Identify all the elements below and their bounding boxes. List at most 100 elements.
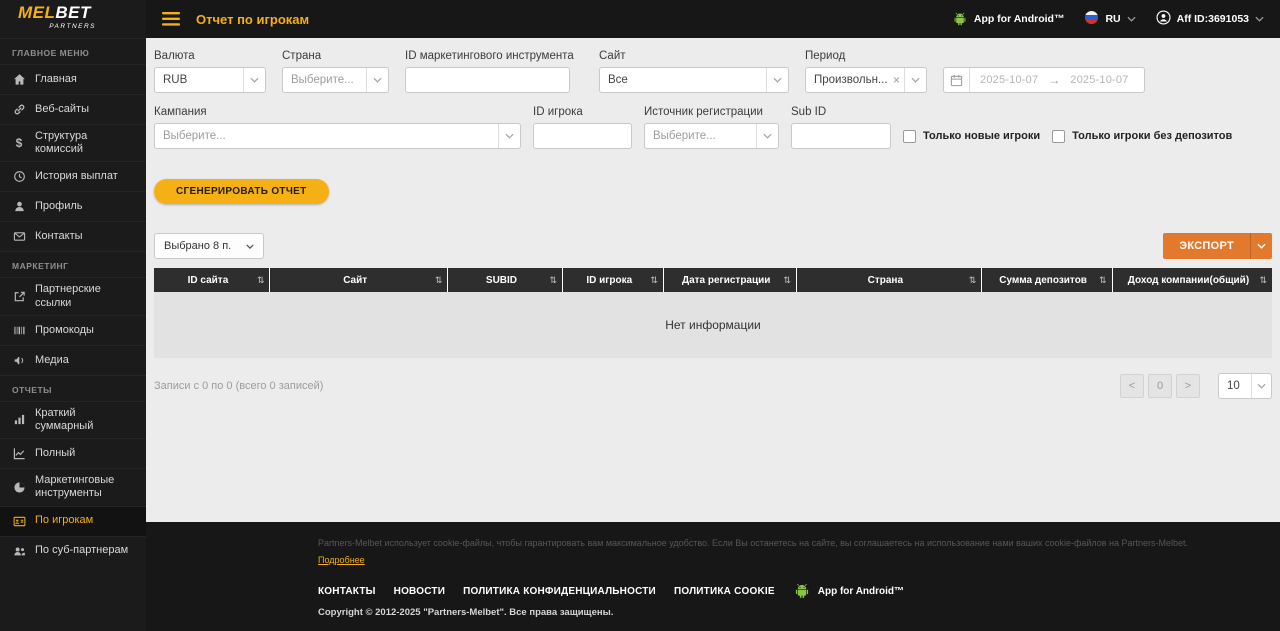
menu-icon[interactable]	[162, 12, 180, 26]
sidebar-item-marketing-tools[interactable]: Маркетинговые инструменты	[0, 468, 146, 505]
campaign-select[interactable]: Выберите...	[154, 123, 521, 149]
sidebar-item-by-players[interactable]: По игрокам	[0, 505, 146, 536]
sub-id-input[interactable]	[791, 123, 891, 149]
calendar-icon	[944, 68, 970, 92]
sidebar-item-payout-history[interactable]: История выплат	[0, 161, 146, 191]
marketing-tool-id-label: ID маркетингового инструмента	[405, 50, 574, 62]
sidebar-item-summary-report[interactable]: Краткий суммарный	[0, 400, 146, 438]
table-empty-state: Нет информации	[154, 292, 1272, 358]
generate-report-button[interactable]: СГЕНЕРИРОВАТЬ ОТЧЕТ	[154, 179, 329, 204]
sidebar-item-commission-structure[interactable]: $ Структура комиссий	[0, 124, 146, 161]
bar-chart-icon	[12, 413, 26, 426]
reg-source-label: Источник регистрации	[644, 106, 763, 118]
column-header-subid[interactable]: SUBID ⇅	[448, 268, 564, 292]
sidebar-item-label: Краткий суммарный	[35, 406, 94, 432]
sidebar-item-profile[interactable]: Профиль	[0, 191, 146, 221]
arrow-right-icon: →	[1048, 73, 1061, 87]
sort-icon: ⇅	[1098, 274, 1107, 285]
column-header-player-id[interactable]: ID игрока ⇅	[563, 268, 664, 292]
only-no-deposit-players-checkbox[interactable]	[1052, 129, 1066, 143]
sidebar-item-label: Полный	[35, 447, 76, 460]
sidebar-item-promocodes[interactable]: Промокоды	[0, 314, 146, 345]
app-for-android-label: App for Android™	[973, 13, 1065, 25]
footer-link-contacts[interactable]: КОНТАКТЫ	[318, 586, 376, 597]
page-size-select[interactable]: 10	[1218, 373, 1272, 399]
pagination-next-button[interactable]: >	[1176, 374, 1200, 398]
sidebar-item-by-subpartners[interactable]: По суб-партнерам	[0, 535, 146, 566]
users-icon	[12, 545, 26, 558]
only-new-players-option: Только новые игроки	[903, 123, 1040, 149]
footer-app-for-android-link[interactable]: App for Android™	[793, 583, 904, 599]
site-select[interactable]: Все	[599, 67, 789, 93]
sidebar-item-label: По суб-партнерам	[35, 544, 129, 557]
only-new-players-checkbox[interactable]	[903, 129, 916, 143]
player-id-input[interactable]	[533, 123, 632, 149]
footer-link-cookie-policy[interactable]: ПОЛИТИКА COOKIE	[674, 586, 775, 597]
account-menu[interactable]: Aff ID:3691053	[1156, 10, 1264, 28]
chevron-down-icon	[1250, 233, 1272, 259]
only-no-deposit-players-option: Только игроки без депозитов	[1052, 123, 1232, 149]
export-button[interactable]: ЭКСПОРТ	[1163, 233, 1272, 259]
column-header-site-id[interactable]: ID сайта ⇅	[154, 268, 271, 292]
cookie-more-link[interactable]: Подробнее	[318, 555, 365, 565]
report-content: Валюта RUB Страна Выберите... ID маркети…	[146, 38, 1280, 522]
mail-icon	[12, 230, 26, 243]
sidebar-item-full-report[interactable]: Полный	[0, 438, 146, 468]
sidebar-item-contacts[interactable]: Контакты	[0, 221, 146, 251]
chevron-down-icon	[498, 124, 520, 148]
column-header-company-income[interactable]: Доход компании(общий) ⇅	[1113, 268, 1273, 292]
app-for-android-link[interactable]: App for Android™	[952, 12, 1065, 26]
language-selector[interactable]: RU	[1084, 10, 1136, 28]
sidebar-item-websites[interactable]: Веб-сайты	[0, 94, 146, 124]
sidebar-item-partner-links[interactable]: Партнерские ссылки	[0, 277, 146, 314]
sidebar-item-label: Маркетинговые инструменты	[35, 474, 115, 500]
sort-icon: ⇅	[1259, 274, 1268, 285]
chevron-down-icon	[366, 68, 388, 92]
column-header-deposits-sum[interactable]: Сумма депозитов ⇅	[982, 268, 1113, 292]
column-header-reg-date[interactable]: Дата регистрации ⇅	[664, 268, 797, 292]
column-header-site[interactable]: Сайт ⇅	[270, 268, 449, 292]
sidebar-item-media[interactable]: Медиа	[0, 344, 146, 375]
columns-select[interactable]: Выбрано 8 п.	[154, 233, 264, 259]
footer-link-news[interactable]: НОВОСТИ	[394, 586, 445, 597]
sort-icon: ⇅	[256, 274, 265, 285]
sidebar-item-label: По игрокам	[35, 514, 94, 527]
currency-select[interactable]: RUB	[154, 67, 266, 93]
pagination-prev-button[interactable]: <	[1120, 374, 1144, 398]
site-label: Сайт	[599, 50, 626, 62]
country-select[interactable]: Выберите...	[282, 67, 389, 93]
android-icon	[952, 12, 968, 26]
marketing-tool-id-input[interactable]	[405, 67, 570, 93]
period-select[interactable]: Произвольн... ×	[805, 67, 927, 93]
footer-links: КОНТАКТЫ НОВОСТИ ПОЛИТИКА КОНФИДЕНЦИАЛЬН…	[318, 583, 1260, 599]
language-label: RU	[1105, 13, 1121, 25]
dollar-icon: $	[15, 136, 23, 151]
clear-icon[interactable]: ×	[889, 73, 904, 87]
sidebar-item-label: Веб-сайты	[35, 102, 90, 115]
filters-row-1: Валюта RUB Страна Выберите... ID маркети…	[154, 50, 1272, 93]
sidebar-item-label: Структура комиссий	[35, 130, 88, 156]
table-header: ID сайта ⇅ Сайт ⇅ SUBID ⇅ ID игрока ⇅ Дата р…	[154, 268, 1272, 292]
pagination: < 0 > 10	[1120, 373, 1272, 399]
footer-app-label: App for Android™	[817, 585, 905, 597]
date-range-label	[943, 50, 1145, 62]
home-icon	[12, 73, 26, 86]
date-range-picker[interactable]: 2025-10-07 → 2025-10-07	[943, 67, 1145, 93]
history-icon	[12, 170, 26, 183]
logo-subtitle: PARTNERS	[49, 22, 96, 30]
only-no-deposit-players-label: Только игроки без депозитов	[1072, 130, 1233, 142]
date-to: 2025-10-07	[1070, 74, 1129, 86]
chevron-down-icon	[1251, 374, 1271, 398]
footer-link-privacy-policy[interactable]: ПОЛИТИКА КОНФИДЕНЦИАЛЬНОСТИ	[463, 586, 656, 597]
sidebar-item-label: Контакты	[35, 230, 83, 243]
sidebar-section-marketing: МАРКЕТИНГ	[0, 251, 146, 277]
reg-source-select[interactable]: Выберите...	[644, 123, 779, 149]
column-header-country[interactable]: Страна ⇅	[797, 268, 983, 292]
melbet-logo[interactable]: MELBET PARTNERS	[0, 0, 146, 38]
pagination-page-button[interactable]: 0	[1148, 374, 1172, 398]
chevron-down-icon	[904, 68, 926, 92]
ru-flag-icon	[1084, 10, 1099, 28]
megaphone-icon	[12, 354, 26, 367]
sidebar-item-home[interactable]: Главная	[0, 64, 146, 94]
barcode-icon	[12, 324, 26, 337]
